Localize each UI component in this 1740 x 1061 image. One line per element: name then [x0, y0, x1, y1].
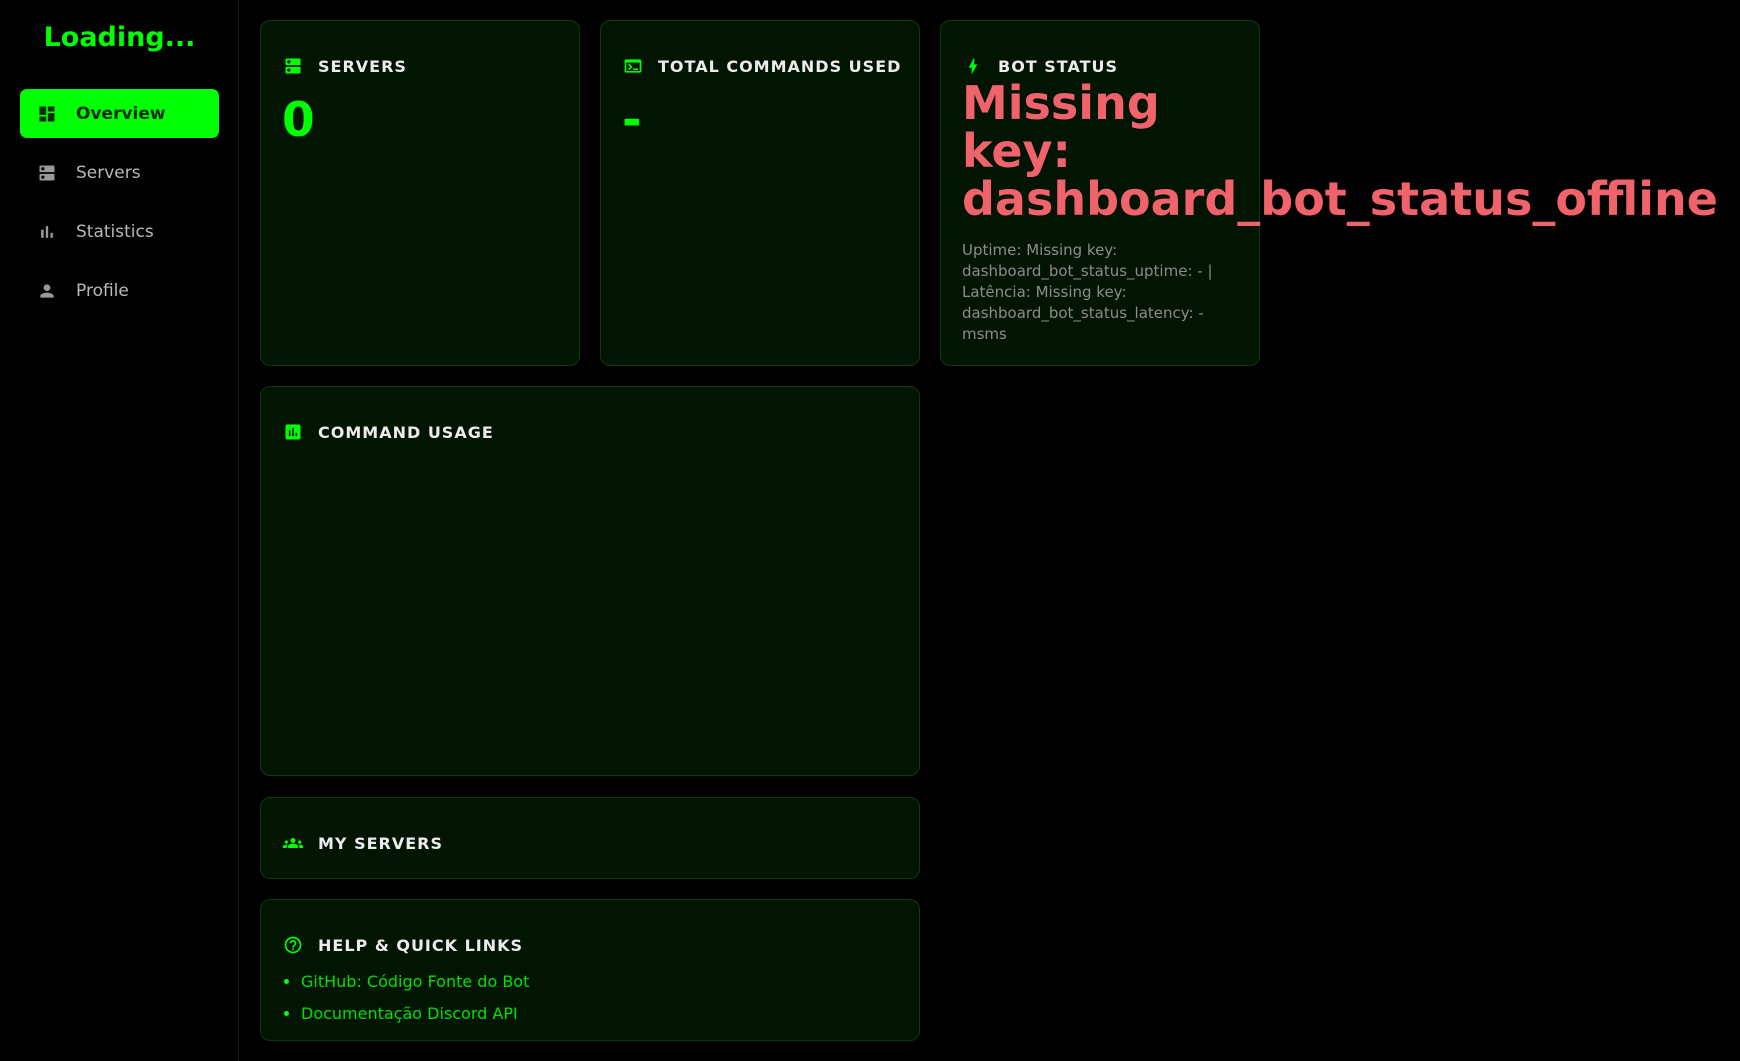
help-card: HELP & QUICK LINKS GitHub: Código Fonte … — [260, 899, 920, 1041]
sidebar-item-label: Overview — [76, 103, 166, 124]
quick-links-list: GitHub: Código Fonte do Bot Documentação… — [301, 972, 529, 1036]
status-line: key: — [962, 124, 1071, 178]
sidebar-item-overview[interactable]: Overview — [20, 89, 219, 138]
person-icon — [36, 280, 58, 302]
bot-status-details: Uptime: Missing key: dashboard_bot_statu… — [962, 241, 1213, 343]
github-link[interactable]: GitHub: Código Fonte do Bot — [301, 972, 529, 991]
bot-status-card: BOT STATUS Missing key: dashboard_bot_st… — [940, 20, 1718, 366]
command-usage-chart-area — [281, 457, 899, 755]
bot-status-value: Missing key: dashboard_bot_status_offlin… — [962, 79, 1718, 223]
sidebar-item-label: Servers — [76, 162, 141, 183]
commands-card: TOTAL COMMANDS USED - — [600, 20, 920, 366]
status-line: Missing — [962, 76, 1160, 130]
command-usage-card: COMMAND USAGE — [260, 386, 920, 776]
dashboard-icon — [36, 103, 58, 125]
servers-card: SERVERS 0 — [260, 20, 580, 366]
my-servers-card-header: MY SERVERS — [282, 832, 443, 854]
card-title: BOT STATUS — [998, 56, 1119, 76]
list-item: GitHub: Código Fonte do Bot — [301, 972, 529, 991]
sidebar-item-label: Profile — [76, 280, 129, 301]
card-title: SERVERS — [318, 56, 407, 76]
app-title: Loading... — [43, 22, 196, 53]
chart-icon — [282, 421, 304, 443]
card-title: COMMAND USAGE — [318, 422, 494, 442]
help-card-header: HELP & QUICK LINKS — [282, 934, 523, 956]
dns-icon — [282, 55, 304, 77]
bot-status-card-header: BOT STATUS — [962, 55, 1118, 77]
card-title: MY SERVERS — [318, 833, 444, 853]
card-title: HELP & QUICK LINKS — [318, 935, 524, 955]
commands-card-header: TOTAL COMMANDS USED — [622, 55, 901, 77]
sidebar: Loading... Overview Servers Statistics P… — [0, 0, 239, 1061]
sidebar-item-profile[interactable]: Profile — [20, 266, 219, 315]
list-item: Documentação Discord API — [301, 1004, 529, 1023]
bar-chart-icon — [36, 221, 58, 243]
status-line: dashboard_bot_status_offline — [962, 172, 1718, 226]
servers-count: 0 — [282, 93, 315, 148]
help-circle-icon — [282, 934, 304, 956]
card-title: TOTAL COMMANDS USED — [658, 56, 902, 76]
command-usage-card-header: COMMAND USAGE — [282, 421, 494, 443]
servers-card-header: SERVERS — [282, 55, 407, 77]
my-servers-card: MY SERVERS — [260, 797, 920, 879]
dns-icon — [36, 162, 58, 184]
commands-count: - — [622, 93, 642, 148]
sidebar-item-label: Statistics — [76, 221, 154, 242]
sidebar-item-servers[interactable]: Servers — [20, 148, 219, 197]
terminal-icon — [622, 55, 644, 77]
discord-docs-link[interactable]: Documentação Discord API — [301, 1004, 518, 1023]
groups-icon — [282, 832, 304, 854]
sidebar-item-statistics[interactable]: Statistics — [20, 207, 219, 256]
bolt-icon — [962, 55, 984, 77]
